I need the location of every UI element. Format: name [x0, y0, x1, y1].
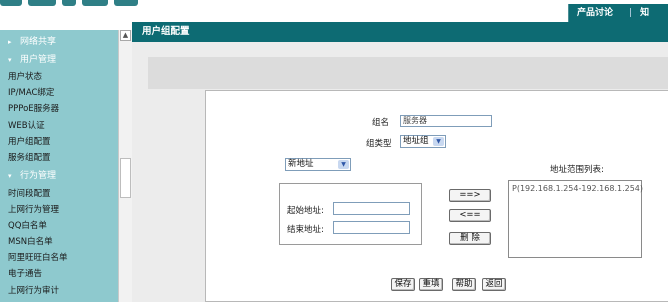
address-range-list[interactable]: P(192.168.1.254-192.168.1.254) [508, 180, 643, 258]
sidebar-item[interactable]: 用户状态 [8, 71, 42, 83]
start-address-label: 起始地址: [287, 206, 324, 216]
group-name-label: 组名 [372, 118, 390, 128]
range-list-item[interactable]: P(192.168.1.254-192.168.1.254) [512, 184, 643, 193]
sidebar-group[interactable]: ▾ 用户管理 [8, 54, 56, 66]
group-type-label: 组类型 [366, 139, 392, 149]
new-address-value: 新地址 [288, 159, 314, 169]
reset-button[interactable]: 重填 [419, 278, 443, 291]
sidebar-item-label: IP/MAC绑定 [8, 88, 55, 98]
page-title: 用户组配置 [142, 26, 190, 37]
logo [0, 0, 160, 12]
start-address-input[interactable] [333, 202, 410, 215]
sidebar-item-label: 用户管理 [20, 55, 57, 65]
sidebar-group[interactable]: ▸ 网络共享 [8, 36, 56, 48]
sidebar-item-label: QQ白名单 [8, 221, 47, 231]
chevron-down-icon: ▾ [8, 172, 12, 180]
sidebar-item[interactable]: IP/MAC绑定 [8, 87, 54, 99]
range-list-label: 地址范围列表: [550, 165, 604, 175]
sidebar-item[interactable]: 时间段配置 [8, 188, 51, 200]
sidebar-item[interactable]: QQ白名单 [8, 220, 47, 232]
sidebar-scrollbar[interactable]: ▲ [118, 30, 132, 302]
group-type-select[interactable]: 地址组 ▼ [400, 135, 446, 148]
help-button[interactable]: 帮助 [452, 278, 476, 291]
sidebar-item-label: 上网行为管理 [8, 205, 60, 215]
page-title-bar: 用户组配置 [132, 22, 668, 42]
sidebar-item-label: 服务组配置 [8, 153, 51, 163]
chevron-down-icon: ▾ [8, 56, 12, 64]
sidebar-item-label: 网络共享 [20, 37, 57, 47]
sidebar-item-label: MSN白名单 [8, 237, 53, 247]
add-range-button[interactable]: ==> [449, 189, 491, 202]
top-links: 产品讨论 | 知 [568, 4, 668, 22]
sidebar-item-label: 电子通告 [8, 269, 43, 279]
end-address-label: 结束地址: [287, 225, 324, 235]
sidebar-item-label: 阿里旺旺白名单 [8, 253, 68, 263]
sidebar-item[interactable]: MSN白名单 [8, 236, 53, 248]
chevron-right-icon: ▸ [8, 38, 12, 46]
sidebar-item-label: 上网行为审计 [8, 286, 60, 296]
sidebar-item[interactable]: 上网行为管理 [8, 204, 59, 216]
sidebar-group[interactable]: ▾ 行为管理 [8, 170, 56, 182]
sidebar-item[interactable]: PPPoE服务器 [8, 103, 59, 115]
group-name-input[interactable]: 服务器 [400, 115, 492, 127]
sidebar-item-label: 用户状态 [8, 72, 43, 82]
sidebar-item-label: 时间段配置 [8, 189, 51, 199]
sidebar-item[interactable]: WEB认证 [8, 120, 45, 132]
back-button[interactable]: 返回 [482, 278, 506, 291]
scroll-up-icon[interactable]: ▲ [120, 30, 131, 41]
chevron-down-icon: ▼ [433, 137, 444, 146]
delete-button[interactable]: 删 除 [449, 232, 491, 245]
sidebar-item[interactable]: 阿里旺旺白名单 [8, 252, 68, 264]
scrollbar-thumb[interactable] [120, 158, 131, 198]
end-address-input[interactable] [333, 221, 410, 234]
group-type-value: 地址组 [403, 136, 429, 146]
remove-range-button[interactable]: <== [449, 209, 491, 222]
save-button[interactable]: 保存 [391, 278, 415, 291]
chevron-down-icon: ▼ [338, 160, 349, 169]
sidebar-item-label: PPPoE服务器 [8, 104, 60, 114]
new-address-select[interactable]: 新地址 ▼ [285, 158, 351, 171]
top-link-knowledge[interactable]: 知 [640, 8, 649, 18]
sidebar-item-label: 用户组配置 [8, 137, 51, 147]
sidebar-item-label: 行为管理 [20, 171, 57, 181]
sidebar-item[interactable]: 电子通告 [8, 268, 42, 280]
top-link-separator: | [629, 8, 633, 18]
top-link-product-discussion[interactable]: 产品讨论 [577, 8, 613, 18]
sidebar-item[interactable]: 上网行为审计 [8, 285, 59, 297]
sidebar-item[interactable]: 用户组配置 [8, 136, 51, 148]
sidebar-item[interactable]: 服务组配置 [8, 152, 51, 164]
content-strip [148, 57, 668, 89]
sidebar-item-label: WEB认证 [8, 121, 45, 131]
